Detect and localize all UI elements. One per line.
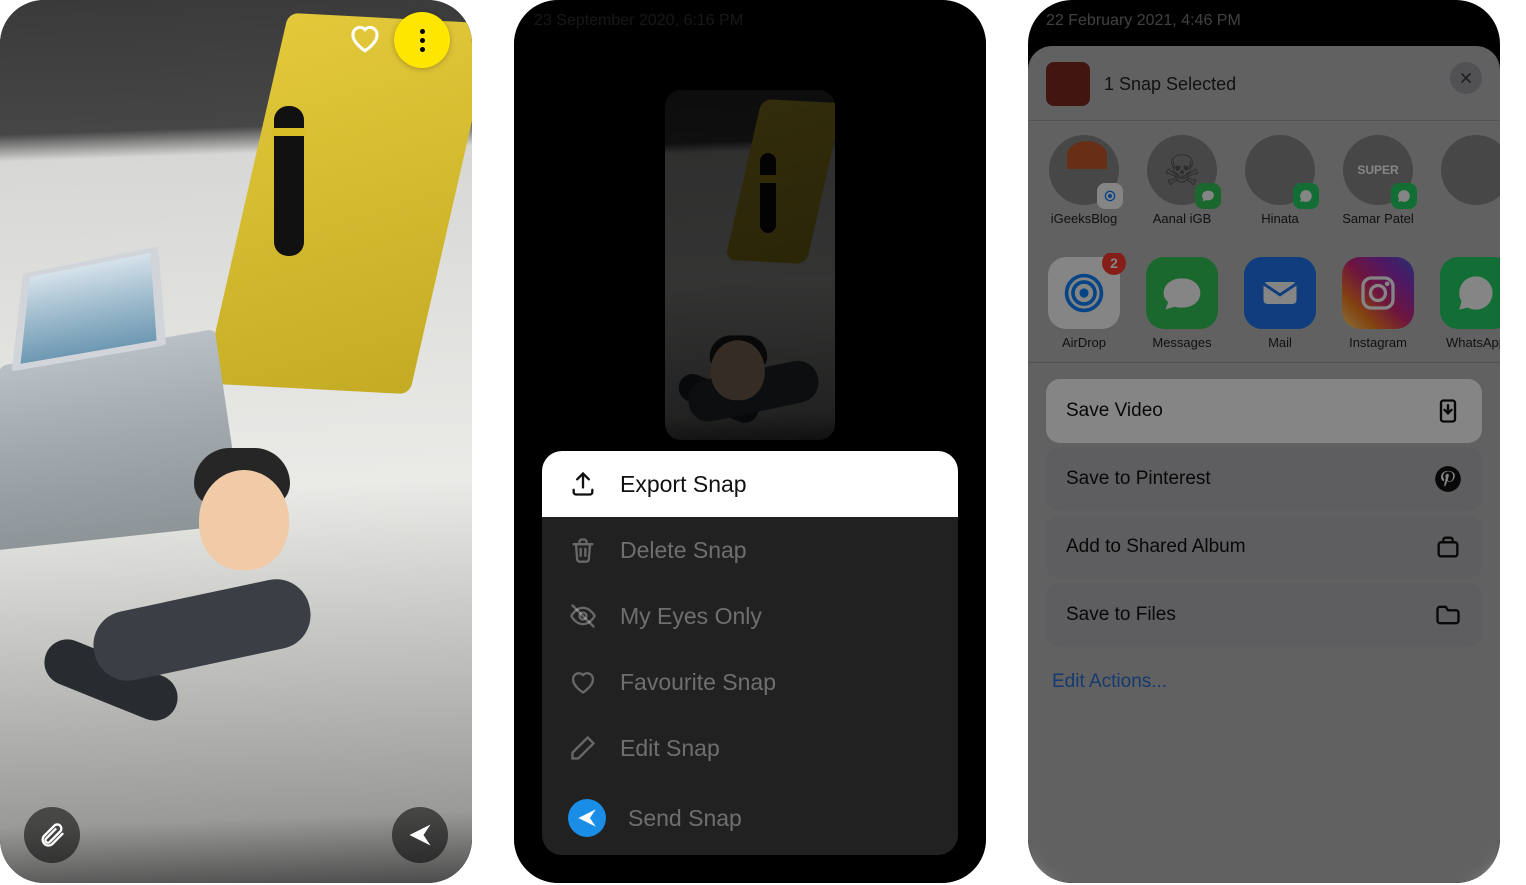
send-icon [568, 799, 606, 837]
app-label: WhatsApp [1446, 335, 1500, 350]
avatar [1245, 135, 1315, 205]
close-button[interactable] [1450, 62, 1482, 94]
close-icon [1459, 71, 1473, 85]
edit-snap-row[interactable]: Edit Snap [542, 715, 958, 781]
screen-snap-actions: 23 September 2020, 6:16 PM .phone:nth-ch… [514, 0, 986, 883]
action-label: Export Snap [620, 471, 747, 498]
divider [1028, 120, 1500, 121]
pencil-icon [568, 733, 598, 763]
contact-partial[interactable] [1436, 135, 1500, 241]
mail-icon [1244, 257, 1316, 329]
export-snap-row[interactable]: Export Snap [542, 451, 958, 517]
action-label: Save Video [1066, 400, 1163, 422]
action-label: My Eyes Only [620, 603, 762, 630]
delete-snap-row[interactable]: Delete Snap [542, 517, 958, 583]
app-label: Mail [1268, 335, 1292, 350]
app-airdrop[interactable]: 2 AirDrop [1044, 257, 1124, 350]
shared-album-row[interactable]: Add to Shared Album [1046, 515, 1482, 579]
messages-icon [1146, 257, 1218, 329]
eyes-off-icon [568, 601, 598, 631]
notification-badge: 2 [1102, 253, 1126, 275]
action-label: Add to Shared Album [1066, 536, 1246, 558]
avatar [1441, 135, 1500, 205]
airdrop-badge-icon [1097, 183, 1123, 209]
pinterest-icon [1434, 465, 1462, 493]
whatsapp-badge-icon [1391, 183, 1417, 209]
share-actions-list: Save Video Save to Pinterest Add to Shar… [1028, 373, 1500, 657]
save-video-row[interactable]: Save Video [1046, 379, 1482, 443]
app-label: Instagram [1349, 335, 1407, 350]
shared-album-icon [1434, 533, 1462, 561]
share-header: 1 Snap Selected [1028, 62, 1500, 120]
contact-aanal[interactable]: Aanal iGB [1142, 135, 1222, 241]
action-label: Send Snap [628, 805, 742, 832]
contact-name: Hinata [1261, 211, 1299, 241]
contact-name: Samar Patel [1342, 211, 1414, 241]
avatar [1049, 135, 1119, 205]
contact-igeeksblog[interactable]: iGeeksBlog [1044, 135, 1124, 241]
trash-icon [568, 535, 598, 565]
export-icon [568, 469, 598, 499]
action-sheet: Export Snap Delete Snap My Eyes Only Fav… [542, 451, 958, 855]
snap-photo[interactable] [0, 0, 472, 883]
contact-hinata[interactable]: Hinata [1240, 135, 1320, 241]
messages-badge-icon [1195, 183, 1221, 209]
save-files-row[interactable]: Save to Files [1046, 583, 1482, 647]
bitmoji-character [66, 459, 321, 742]
app-mail[interactable]: Mail [1240, 257, 1320, 350]
whatsapp-icon [1440, 257, 1500, 329]
favourite-snap-row[interactable]: Favourite Snap [542, 649, 958, 715]
whatsapp-badge-icon [1293, 183, 1319, 209]
folder-icon [1434, 601, 1462, 629]
my-eyes-only-row[interactable]: My Eyes Only [542, 583, 958, 649]
screen-share-sheet: 22 February 2021, 4:46 PM 1 Snap Selecte… [1028, 0, 1500, 883]
app-messages[interactable]: Messages [1142, 257, 1222, 350]
share-thumbnail [1046, 62, 1090, 106]
app-label: Messages [1152, 335, 1211, 350]
edit-actions-link[interactable]: Edit Actions... [1028, 657, 1500, 707]
action-label: Edit Snap [620, 735, 720, 762]
more-options-button[interactable] [394, 12, 450, 68]
app-whatsapp[interactable]: WhatsApp [1436, 257, 1500, 350]
avatar [1147, 135, 1217, 205]
send-snap-row[interactable]: Send Snap [542, 781, 958, 855]
heart-icon [568, 667, 598, 697]
send-button[interactable] [392, 807, 448, 863]
instagram-icon [1342, 257, 1414, 329]
snap-timestamp: 22 February 2021, 4:46 PM [1046, 12, 1241, 30]
contact-name: Aanal iGB [1153, 211, 1212, 241]
apps-row[interactable]: 2 AirDrop Messages Mail Instag [1028, 253, 1500, 362]
save-icon [1434, 397, 1462, 425]
desk-scene [0, 0, 472, 883]
attachment-button[interactable] [24, 807, 80, 863]
app-label: AirDrop [1062, 335, 1106, 350]
divider [1028, 362, 1500, 363]
contacts-row[interactable]: iGeeksBlog Aanal iGB Hinata SUPER Samar … [1028, 131, 1500, 253]
ios-share-sheet: 1 Snap Selected iGeeksBlog Aanal iGB Hin… [1028, 46, 1500, 883]
save-pinterest-row[interactable]: Save to Pinterest [1046, 447, 1482, 511]
avatar: SUPER [1343, 135, 1413, 205]
action-label: Save to Pinterest [1066, 468, 1211, 490]
contact-samar[interactable]: SUPER Samar Patel [1338, 135, 1418, 241]
action-label: Favourite Snap [620, 669, 776, 696]
app-instagram[interactable]: Instagram [1338, 257, 1418, 350]
action-label: Delete Snap [620, 537, 747, 564]
more-vertical-icon [420, 29, 425, 52]
share-title: 1 Snap Selected [1104, 74, 1236, 95]
favourite-icon[interactable] [348, 21, 382, 60]
screen-snap-view [0, 0, 472, 883]
airdrop-icon: 2 [1048, 257, 1120, 329]
action-label: Save to Files [1066, 604, 1176, 626]
contact-name: iGeeksBlog [1051, 211, 1117, 241]
